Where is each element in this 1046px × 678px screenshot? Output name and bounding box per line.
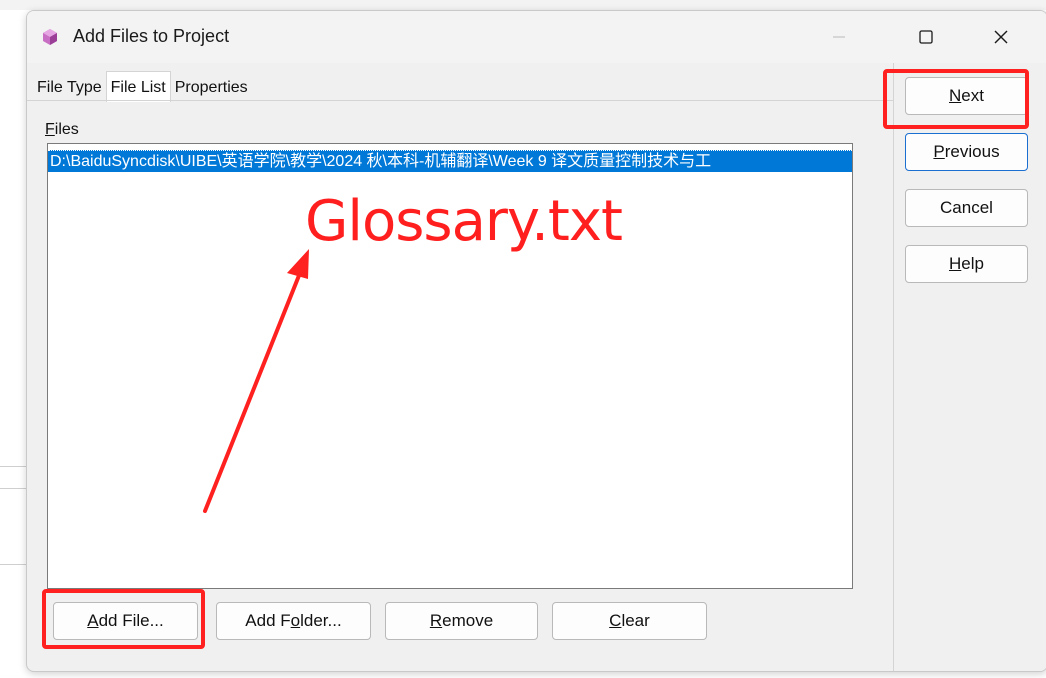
minimize-button[interactable] [815,21,863,53]
maximize-button[interactable] [902,21,950,53]
maximize-icon [919,30,933,44]
title-bar[interactable]: Add Files to Project [27,11,1046,63]
add-file-highlight [42,589,205,649]
add-folder-button[interactable]: Add Fo lder... [216,602,371,640]
minimize-icon [833,36,845,38]
list-item[interactable]: D:\BaiduSyncdisk\UIBE\英语学院\教学\2024 秋\本科-… [48,150,852,172]
add-files-dialog: Add Files to Project File Type File List… [26,10,1046,672]
annotation-label: Glossary.txt [305,189,623,254]
cancel-button[interactable]: Cancel [905,189,1028,227]
close-icon [994,30,1008,44]
background-divider [0,488,26,489]
files-label: Files [45,121,79,138]
tab-divider [27,100,893,101]
tab-file-list[interactable]: File List [105,71,171,102]
remove-button[interactable]: Remove [385,602,538,640]
background-strip [0,0,1046,10]
tab-bar: File Type File List Properties [33,71,252,102]
background-divider [0,466,26,467]
background-window-edge [0,10,26,678]
close-button[interactable] [977,21,1025,53]
tab-file-type[interactable]: File Type [33,73,106,101]
background-divider [0,564,26,565]
next-highlight [883,69,1029,129]
help-button[interactable]: Help [905,245,1028,283]
clear-button[interactable]: Clear [552,602,707,640]
previous-button[interactable]: Previous [905,133,1028,171]
gem-cube-icon [43,29,57,45]
window-title: Add Files to Project [73,26,230,46]
tab-properties[interactable]: Properties [171,73,252,101]
